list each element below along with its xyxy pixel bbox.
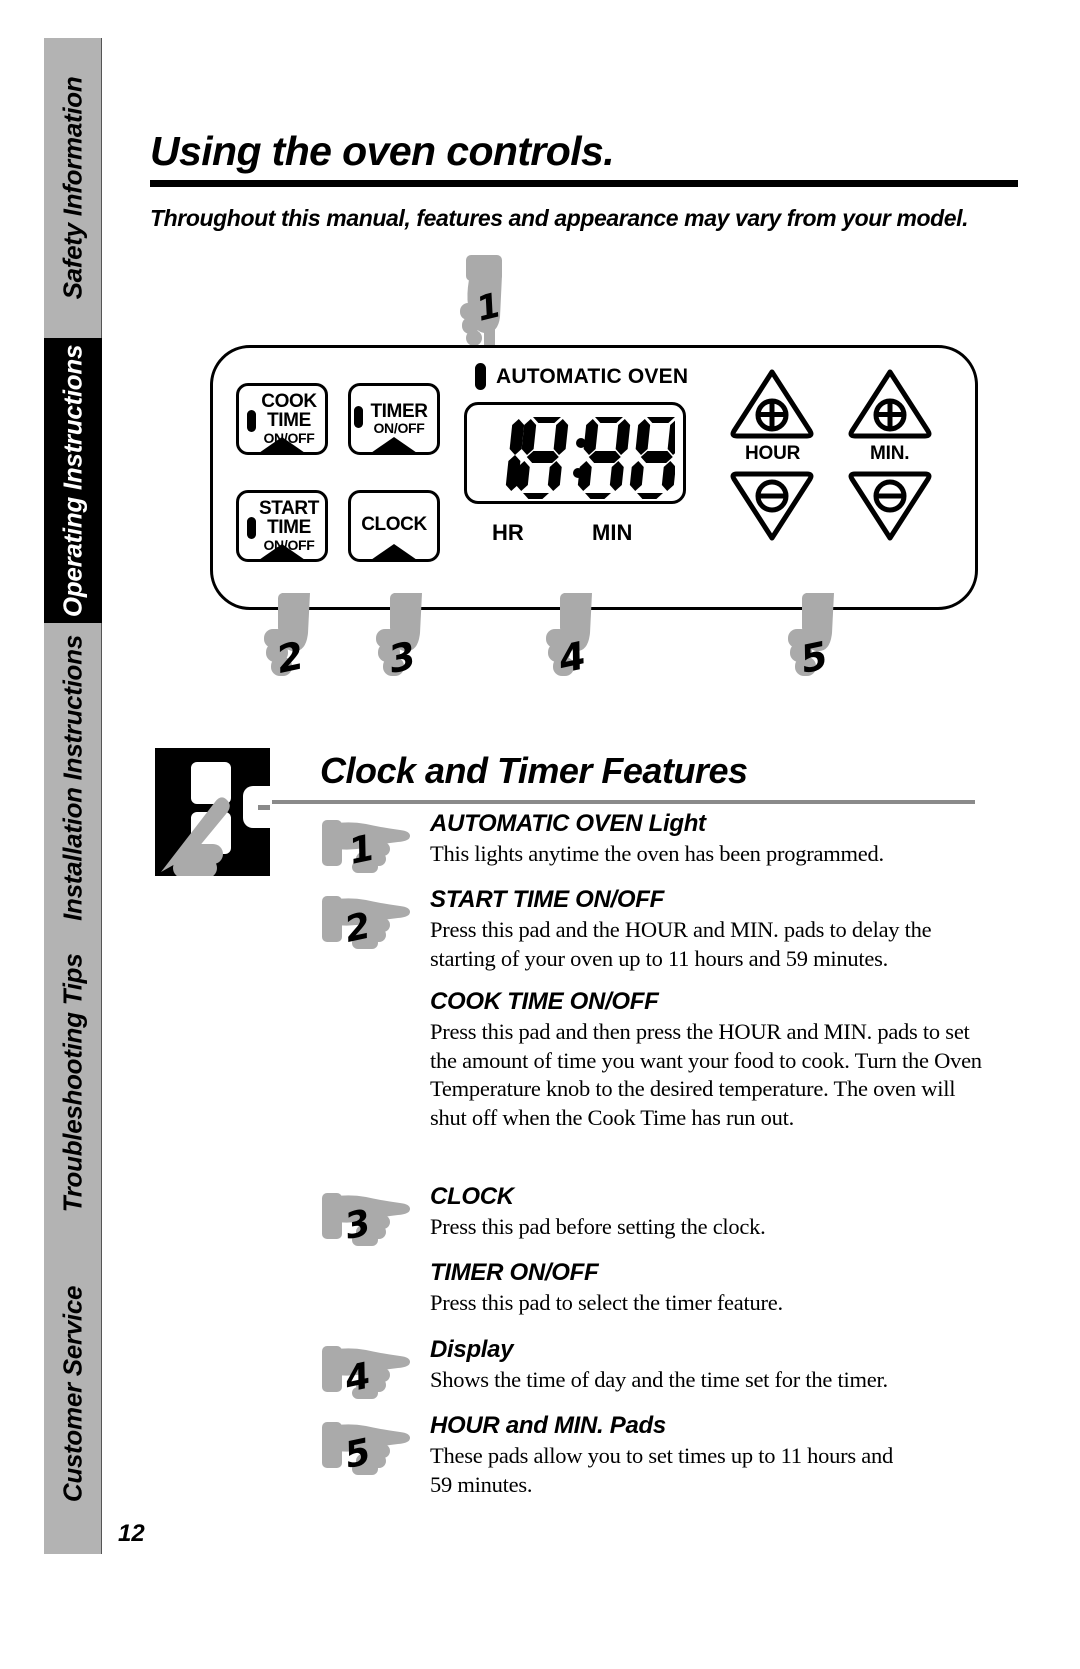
- feature-item-cook-time-on-off: COOK TIME ON/OFF Press this pad and then…: [430, 988, 990, 1132]
- sidebar-tab-label: Installation Instructions: [57, 635, 88, 921]
- pad-cook-time-on-off[interactable]: COOK TIME ON/OFF: [236, 383, 328, 455]
- feature-item-clock: CLOCK Press this pad before setting the …: [430, 1183, 990, 1242]
- feature-heading: CLOCK: [430, 1183, 514, 1210]
- feature-item-timer-on-off: TIMER ON/OFF Press this pad to select th…: [430, 1259, 990, 1318]
- page-number: 12: [118, 1520, 145, 1547]
- pad-timer-on-off[interactable]: TIMER ON/OFF: [348, 383, 440, 455]
- feature-callout-hand-5: 5: [322, 1414, 418, 1476]
- pad-label-line1: COOK: [261, 391, 317, 412]
- sidebar-tab-safety-information[interactable]: Safety Information: [44, 38, 102, 338]
- feature-heading: AUTOMATIC OVEN Light: [430, 810, 706, 837]
- min-pad-label: MIN.: [870, 443, 910, 464]
- display-digits-icon: [505, 417, 675, 499]
- pad-min-increase[interactable]: [848, 369, 932, 439]
- feature-item-hour-min-pads: HOUR and MIN. Pads These pads allow you …: [430, 1412, 910, 1499]
- display-hr-label: HR: [492, 520, 524, 545]
- feature-item-automatic-oven-light: AUTOMATIC OVEN Light This lights anytime…: [430, 810, 990, 869]
- feature-body: Shows the time of day and the time set f…: [430, 1367, 888, 1392]
- feature-item-display: Display Shows the time of day and the ti…: [430, 1336, 990, 1395]
- feature-body: These pads allow you to set times up to …: [430, 1443, 893, 1497]
- tab-divider: [101, 38, 102, 338]
- display-min-label: MIN: [592, 520, 633, 545]
- sidebar-tab-label: Customer Service: [57, 1285, 88, 1502]
- pad-hour-increase[interactable]: [730, 369, 814, 439]
- feature-callout-hand-4: 4: [322, 1338, 418, 1400]
- sidebar-tab-customer-service[interactable]: Customer Service: [44, 1233, 102, 1554]
- sidebar-tab-label: Safety Information: [57, 76, 88, 300]
- clock-display: 18:88: [464, 402, 686, 504]
- feature-body: This lights anytime the oven has been pr…: [430, 841, 884, 866]
- pad-start-time-on-off[interactable]: START TIME ON/OFF: [236, 490, 328, 562]
- title-divider: [150, 180, 1018, 187]
- pad-press-triangle-icon: [256, 437, 308, 452]
- feature-body: Press this pad and then press the HOUR a…: [430, 1019, 982, 1130]
- feature-heading: TIMER ON/OFF: [430, 1259, 599, 1286]
- section-divider: [272, 800, 975, 804]
- sidebar-tabs: Safety Information Operating Instruction…: [44, 38, 102, 1554]
- tab-divider: [101, 933, 102, 1233]
- pad-press-triangle-icon: [368, 544, 420, 559]
- pad-label-line1: CLOCK: [361, 514, 427, 535]
- callout-hand-5: 5: [782, 593, 852, 688]
- sidebar-tab-installation-instructions[interactable]: Installation Instructions: [44, 623, 102, 933]
- page-title: Using the oven controls.: [150, 128, 615, 174]
- pad-press-triangle-icon: [368, 437, 420, 452]
- section-logo: [155, 748, 289, 878]
- pad-press-triangle-icon: [256, 544, 308, 559]
- callout-hand-4: 4: [540, 593, 610, 688]
- pad-label-line2: TIME: [267, 517, 311, 539]
- pad-label-line1: START: [259, 498, 319, 519]
- feature-body: Press this pad before setting the clock.: [430, 1214, 766, 1239]
- feature-body: Press this pad and the HOUR and MIN. pad…: [430, 917, 932, 971]
- sidebar-tab-label: Operating Instructions: [57, 344, 88, 617]
- pad-hour-decrease[interactable]: [730, 471, 814, 541]
- feature-callout-hand-2: 2: [322, 888, 418, 950]
- tab-divider: [101, 623, 102, 933]
- feature-body: Press this pad to select the timer featu…: [430, 1290, 783, 1315]
- feature-heading: Display: [430, 1336, 514, 1363]
- feature-callout-hand-1: 1: [322, 812, 418, 874]
- feature-heading: START TIME ON/OFF: [430, 886, 664, 913]
- automatic-oven-label: AUTOMATIC OVEN: [496, 365, 689, 388]
- page-subtitle: Throughout this manual, features and app…: [150, 205, 969, 231]
- callout-hand-3: 3: [370, 593, 440, 688]
- hour-pad-label: HOUR: [745, 443, 801, 464]
- feature-heading: COOK TIME ON/OFF: [430, 988, 659, 1015]
- sidebar-tab-label: Troubleshooting Tips: [57, 953, 88, 1213]
- callout-hand-2: 2: [258, 593, 328, 688]
- tab-divider: [101, 1233, 102, 1554]
- control-panel-illustration: 1 COOK TIME ON/OFF TIMER ON/OFF START TI…: [210, 255, 978, 682]
- pad-label-line1: TIMER: [370, 401, 428, 422]
- feature-callout-hand-3: 3: [322, 1185, 418, 1247]
- seven-segment-digits: [481, 413, 675, 499]
- sidebar-tab-troubleshooting-tips[interactable]: Troubleshooting Tips: [44, 933, 102, 1233]
- feature-item-start-time-on-off: START TIME ON/OFF Press this pad and the…: [430, 886, 990, 973]
- pad-label-line2: ON/OFF: [373, 420, 425, 437]
- sidebar-tab-operating-instructions[interactable]: Operating Instructions: [44, 338, 102, 623]
- pad-clock[interactable]: CLOCK: [348, 490, 440, 562]
- pad-min-decrease[interactable]: [848, 471, 932, 541]
- feature-heading: HOUR and MIN. Pads: [430, 1412, 666, 1439]
- automatic-oven-light-icon: [475, 363, 486, 390]
- section-title: Clock and Timer Features: [320, 750, 748, 791]
- tab-divider: [101, 338, 102, 623]
- pad-label-line2: TIME: [267, 410, 311, 432]
- manual-page: Safety Information Operating Instruction…: [0, 0, 1080, 1669]
